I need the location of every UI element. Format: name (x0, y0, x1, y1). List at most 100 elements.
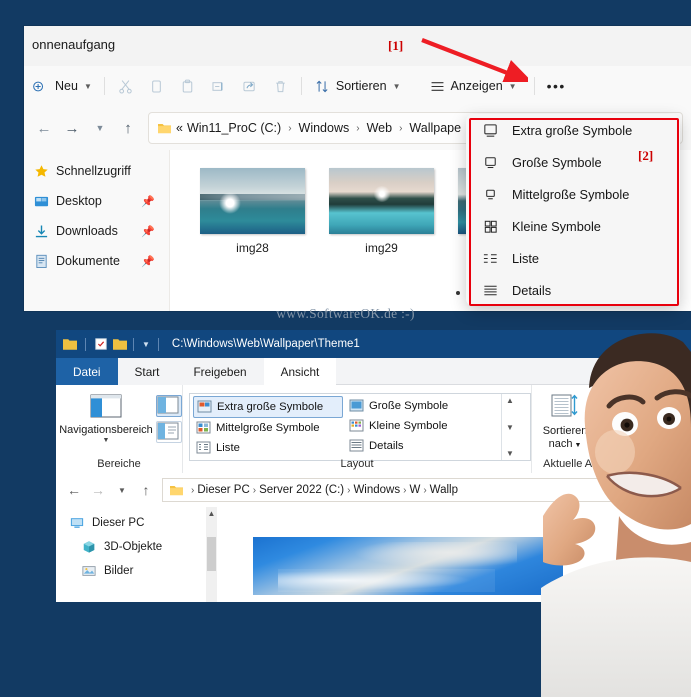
tree-item-label: Dieser PC (92, 517, 145, 529)
cut-button[interactable] (110, 71, 141, 101)
recent-locations-button[interactable]: ▼ (86, 114, 114, 142)
tree-item-dieser-pc[interactable]: Dieser PC (56, 511, 206, 535)
tree-item-3d-objekte[interactable]: 3D-Objekte (56, 535, 206, 559)
breadcrumb-item[interactable]: Wallpape (409, 121, 461, 135)
new-button-label: Neu (55, 79, 78, 93)
file-item[interactable]: img28 (200, 168, 305, 255)
sidebar-item-dokumente[interactable]: Dokumente 📌 (24, 246, 169, 276)
forward-button[interactable]: → (86, 478, 110, 502)
breadcrumb-item[interactable]: Windows (353, 484, 400, 496)
back-button[interactable]: ← (30, 114, 58, 142)
breadcrumb-item[interactable]: Server 2022 (C:) (259, 484, 344, 496)
new-folder-icon[interactable] (113, 338, 127, 350)
menu-item-details[interactable]: Details (466, 274, 680, 306)
sort-label-line1: Sortieren (542, 425, 588, 437)
breadcrumb-item[interactable]: Wallp (430, 484, 458, 496)
chevron-down-icon[interactable]: ▼ (142, 340, 150, 349)
qat-divider-3 (157, 337, 159, 351)
layout-kleine-symbole[interactable]: Kleine Symbole (346, 416, 501, 436)
back-button[interactable]: ← (62, 478, 86, 502)
scroll-up-icon[interactable]: ▲ (506, 396, 514, 405)
sort-label-line2: nach (548, 437, 573, 450)
toolbar-divider-2 (300, 77, 302, 95)
win10-breadcrumb-field[interactable]: › Dieser PC › Server 2022 (C:) › Windows… (162, 478, 685, 502)
checkbox[interactable] (641, 433, 655, 447)
folder-icon[interactable] (63, 338, 77, 350)
sortieren-nach-button[interactable]: Sortieren nach ▼ (532, 391, 598, 450)
sidebar-item-desktop[interactable]: Desktop 📌 (24, 186, 169, 216)
forward-button[interactable]: → (58, 114, 86, 142)
layout-mittelgrosse-symbole[interactable]: Mittelgroße Symbole (193, 418, 343, 438)
annotation-arrow-1 (421, 38, 528, 82)
layout-details[interactable]: Details (346, 436, 501, 456)
checkbox[interactable] (641, 391, 655, 405)
tree-item-label: Bilder (104, 565, 134, 577)
scroll-up-icon[interactable]: ▲ (206, 507, 217, 520)
navigationsbereich-label: Navigationsbereich (59, 424, 153, 436)
chevron-down-icon[interactable]: ▼ (625, 422, 632, 429)
pin-icon[interactable]: 📌 (141, 255, 155, 268)
layout-gallery-scrollbar[interactable]: ▲ ▼ ▼ (501, 394, 518, 460)
up-button[interactable]: ↑ (134, 478, 158, 502)
breadcrumb-item[interactable]: W (409, 484, 420, 496)
breadcrumb-item[interactable]: Dieser PC (197, 484, 249, 496)
menu-item-mittelgrosse-symbole[interactable]: Mittelgroße Symbole (466, 178, 680, 210)
file-item[interactable]: img29 (329, 168, 434, 255)
tab-start[interactable]: Start (118, 358, 177, 385)
sidebar-item-label: Downloads (56, 224, 118, 238)
win10-tree-scrollbar[interactable]: ▲ (206, 507, 217, 602)
copy-button[interactable] (141, 71, 172, 101)
layout-item-label: Kleine Symbole (369, 420, 448, 432)
tree-item-bilder[interactable]: Bilder (56, 559, 206, 583)
sidebar-item-downloads[interactable]: Downloads 📌 (24, 216, 169, 246)
breadcrumb-separator: › (356, 122, 360, 134)
breadcrumb-item[interactable]: Web (367, 121, 392, 135)
delete-button[interactable] (265, 71, 296, 101)
details-pane-button[interactable] (156, 421, 182, 443)
new-button[interactable]: Neu ▼ (26, 71, 99, 101)
sort-button[interactable]: Sortieren ▼ (307, 71, 408, 101)
menu-item-extra-grosse-symbole[interactable]: Extra große Symbole (466, 114, 680, 146)
copy-icon (152, 79, 161, 93)
navigationsbereich-button[interactable]: Navigationsbereich ▼ (56, 391, 156, 444)
add-columns-icon[interactable] (602, 416, 623, 435)
up-button[interactable]: ↑ (114, 114, 142, 142)
breadcrumb-item[interactable]: Win11_ProC (C:) (187, 121, 281, 135)
properties-icon[interactable] (94, 338, 108, 350)
rename-button[interactable] (203, 71, 234, 101)
layout-extra-grosse-symbole[interactable]: Extra große Symbole (193, 396, 343, 418)
documents-icon (34, 254, 52, 269)
layout-grosse-symbole[interactable]: Große Symbole (346, 396, 501, 416)
menu-item-label: Mittelgroße Symbole (512, 186, 630, 202)
paste-button[interactable] (172, 71, 203, 101)
preview-pane-button[interactable] (156, 395, 182, 417)
scrollbar-thumb[interactable] (207, 537, 216, 571)
chevron-down-icon[interactable]: ▼ (625, 400, 632, 407)
tab-label: Ansicht (280, 364, 320, 379)
menu-item-liste[interactable]: Liste (466, 242, 680, 274)
checkbox-row-ausgeblendete-elemente[interactable]: Au (641, 433, 691, 447)
view-menu[interactable]: Extra große Symbole Große Symbole Mittel… (466, 114, 680, 306)
share-button[interactable] (234, 71, 265, 101)
medium-icons-icon (196, 421, 211, 434)
breadcrumb-item[interactable]: Windows (299, 121, 350, 135)
small-icons-icon (349, 419, 364, 432)
scroll-down-icon[interactable]: ▼ (506, 423, 514, 432)
tab-datei[interactable]: Datei (56, 358, 118, 385)
sidebar-item-schnellzugriff[interactable]: Schnellzugriff (24, 156, 169, 186)
more-options-button[interactable]: ••• (540, 71, 573, 101)
tab-ansicht[interactable]: Ansicht (263, 358, 337, 385)
menu-item-kleine-symbole[interactable]: Kleine Symbole (466, 210, 680, 242)
recent-locations-button[interactable]: ▼ (110, 478, 134, 502)
wallpaper-thumbnail[interactable] (253, 537, 563, 595)
gallery-expand-icon[interactable]: ▼ (506, 449, 514, 458)
pin-icon[interactable]: 📌 (141, 195, 155, 208)
size-all-columns-icon[interactable] (602, 438, 623, 457)
checkbox-row-dateinamenerweiterungen[interactable]: Dat (641, 412, 691, 426)
pin-icon[interactable]: 📌 (141, 225, 155, 238)
layout-liste[interactable]: Liste (193, 438, 343, 458)
group-by-icon[interactable] (602, 394, 623, 413)
checkbox-row-elementkontrollkaestchen[interactable]: Elem (641, 391, 691, 405)
checkbox[interactable] (641, 412, 655, 426)
tab-freigeben[interactable]: Freigeben (176, 358, 263, 385)
